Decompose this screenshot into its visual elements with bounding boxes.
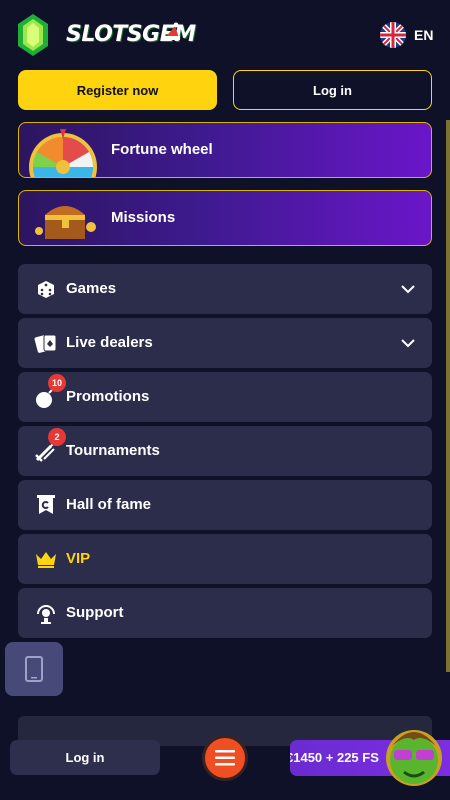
nav-item-promotions[interactable]: 10 Promotions bbox=[18, 372, 432, 422]
treasure-chest-icon bbox=[35, 206, 96, 239]
nav-label: Promotions bbox=[66, 388, 150, 405]
menu-button[interactable] bbox=[202, 735, 248, 781]
bonus-text: €1450 + 225 FS bbox=[290, 750, 379, 765]
language-selector[interactable]: EN bbox=[380, 22, 440, 48]
nav-label: Tournaments bbox=[66, 442, 160, 459]
fortune-wheel-card[interactable]: Fortune wheel bbox=[18, 122, 432, 178]
santa-hat-icon bbox=[164, 22, 180, 40]
gem-logo-icon[interactable] bbox=[18, 14, 48, 56]
crown-icon bbox=[36, 552, 56, 568]
nav-label: Games bbox=[66, 280, 117, 297]
uk-flag-icon bbox=[380, 22, 406, 48]
promo-title: Fortune wheel bbox=[111, 141, 213, 158]
language-label: EN bbox=[414, 27, 434, 43]
register-button[interactable]: Register now bbox=[18, 70, 217, 110]
bottom-login-button[interactable]: Log in bbox=[10, 740, 160, 775]
promo-title: Missions bbox=[111, 209, 176, 226]
phone-icon bbox=[25, 656, 43, 682]
nav-item-hall-of-fame[interactable]: Hall of fame bbox=[18, 480, 432, 530]
nav-item-tournaments[interactable]: 2 Tournaments bbox=[18, 426, 432, 476]
cards-icon bbox=[34, 334, 57, 353]
nav-label: Hall of fame bbox=[66, 496, 152, 513]
bottom-bar: Log in €1450 + 225 FS bbox=[0, 730, 450, 800]
nav-label: Support bbox=[66, 604, 124, 621]
nav-label: VIP bbox=[66, 550, 91, 567]
nav-item-vip[interactable]: VIP bbox=[18, 534, 432, 584]
promotions-badge: 10 bbox=[48, 374, 66, 392]
headset-icon bbox=[37, 605, 55, 624]
scrollbar[interactable] bbox=[446, 120, 450, 672]
login-button[interactable]: Log in bbox=[233, 70, 432, 110]
nav-item-support[interactable]: Support bbox=[18, 588, 432, 638]
hamburger-icon bbox=[215, 750, 235, 766]
chevron-down-icon[interactable] bbox=[400, 282, 416, 296]
banner-icon bbox=[37, 495, 55, 514]
dice-icon bbox=[38, 281, 54, 298]
nav-item-games[interactable]: Games bbox=[18, 264, 432, 314]
header: SLOTSGEM EN bbox=[0, 0, 450, 66]
chevron-down-icon[interactable] bbox=[400, 336, 416, 350]
mascot-avatar[interactable] bbox=[382, 720, 446, 790]
nav-label: Live dealers bbox=[66, 334, 153, 351]
tournaments-badge: 2 bbox=[48, 428, 66, 446]
missions-card[interactable]: Missions bbox=[18, 190, 432, 246]
mobile-app-button[interactable] bbox=[5, 642, 63, 696]
fortune-wheel-icon bbox=[29, 129, 97, 177]
nav-item-live-dealers[interactable]: Live dealers bbox=[18, 318, 432, 368]
